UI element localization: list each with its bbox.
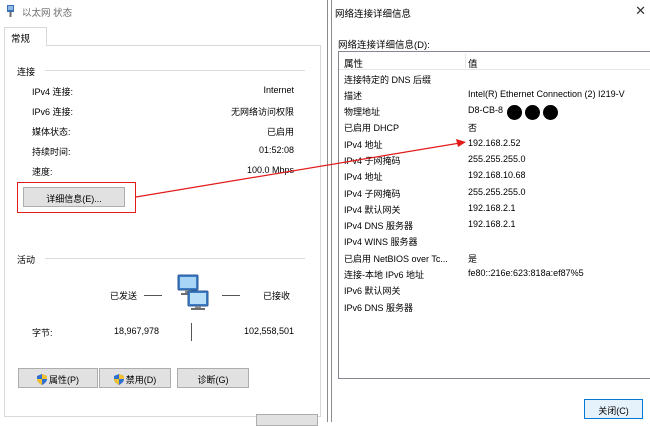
property-cell: 描述 xyxy=(344,91,363,101)
sent-line xyxy=(144,295,162,296)
bytes-sent-value: 18,967,978 xyxy=(114,326,160,336)
annotation-highlight-box xyxy=(17,182,136,213)
sent-label: 已发送 xyxy=(110,291,138,301)
ipv6-connectivity-label: IPv6 连接: xyxy=(32,107,74,117)
diagnose-button-label: 诊断(G) xyxy=(197,375,229,385)
column-header-property[interactable]: 属性 xyxy=(344,56,363,70)
list-item[interactable]: 已启用 DHCP 否 xyxy=(339,120,650,135)
disable-button[interactable]: 禁用(D) xyxy=(99,368,171,388)
column-divider[interactable] xyxy=(465,54,466,68)
list-item[interactable]: 描述 Intel(R) Ethernet Connection (2) I219-… xyxy=(339,88,650,103)
dialog-title: 网络连接详细信息 xyxy=(335,9,412,20)
value-cell: fe80::216e:623:818a:ef87%5 xyxy=(468,268,584,278)
value-cell: 255.255.255.0 xyxy=(468,187,526,197)
value-cell: 192.168.2.52 xyxy=(468,138,521,148)
uac-shield-icon xyxy=(113,374,124,385)
general-panel: 连接 IPv4 连接: Internet IPv6 连接: 无网络访问权限 媒体… xyxy=(4,45,321,417)
value-cell: Intel(R) Ethernet Connection (2) I219-V xyxy=(468,89,625,99)
list-item[interactable]: 连接特定的 DNS 后缀 xyxy=(339,72,650,87)
duration-label: 持续时间: xyxy=(32,147,71,157)
list-item[interactable]: IPv4 子网掩码 255.255.255.0 xyxy=(339,153,650,168)
group-divider xyxy=(45,258,305,259)
column-header-value[interactable]: 值 xyxy=(468,56,478,70)
connection-group-title: 连接 xyxy=(17,67,36,77)
bytes-divider xyxy=(191,323,192,341)
value-cell: 192.168.10.68 xyxy=(468,170,526,180)
list-item[interactable]: IPv4 地址 192.168.2.52 xyxy=(339,137,650,152)
title-bar: 以太网 状态 xyxy=(0,0,328,22)
bottom-button-partial[interactable] xyxy=(256,414,318,426)
received-line xyxy=(222,295,240,296)
property-cell: 已启用 DHCP xyxy=(344,123,400,133)
property-cell: 连接特定的 DNS 后缀 xyxy=(344,75,432,85)
list-item[interactable]: IPv4 WINS 服务器 xyxy=(339,234,650,249)
property-cell: 连接-本地 IPv6 地址 xyxy=(344,270,425,280)
list-item[interactable]: IPv6 默认网关 xyxy=(339,283,650,298)
header-divider xyxy=(339,69,650,70)
activity-group-title: 活动 xyxy=(17,255,36,265)
property-cell: IPv4 子网掩码 xyxy=(344,189,401,199)
diagnose-button[interactable]: 诊断(G) xyxy=(177,368,249,388)
property-cell: IPv6 默认网关 xyxy=(344,286,401,296)
received-label: 已接收 xyxy=(263,291,291,301)
property-cell: IPv4 默认网关 xyxy=(344,205,401,215)
redaction-mark xyxy=(525,105,540,120)
list-item[interactable]: 物理地址 D8-CB-8 xyxy=(339,104,650,119)
network-adapter-icon xyxy=(7,5,14,17)
details-list-label: 网络连接详细信息(D): xyxy=(338,40,430,51)
property-cell: IPv4 WINS 服务器 xyxy=(344,237,418,247)
disable-button-label: 禁用(D) xyxy=(125,375,157,385)
property-cell: 已启用 NetBIOS over Tc... xyxy=(344,254,448,264)
list-item[interactable]: IPv4 地址 192.168.10.68 xyxy=(339,169,650,184)
uac-shield-icon xyxy=(37,374,47,385)
property-cell: IPv4 地址 xyxy=(344,172,383,182)
value-cell: D8-CB-8 xyxy=(468,105,504,115)
ethernet-status-window: 以太网 状态 常规 连接 IPv4 连接: Internet IPv6 连接: … xyxy=(0,0,328,426)
properties-button-label: 属性(P) xyxy=(49,375,79,385)
window-title: 以太网 状态 xyxy=(22,8,73,19)
list-item[interactable]: 连接-本地 IPv6 地址 fe80::216e:623:818a:ef87%5 xyxy=(339,267,650,282)
property-cell: IPv6 DNS 服务器 xyxy=(344,303,414,313)
list-item[interactable]: IPv4 子网掩码 255.255.255.0 xyxy=(339,186,650,201)
list-item[interactable]: IPv4 DNS 服务器 192.168.2.1 xyxy=(339,218,650,233)
network-details-dialog: 网络连接详细信息 ✕ 网络连接详细信息(D): 属性 值 连接特定的 DNS 后… xyxy=(331,0,650,422)
redaction-mark xyxy=(543,105,558,120)
close-icon[interactable]: ✕ xyxy=(635,3,646,19)
duration-value: 01:52:08 xyxy=(258,145,294,155)
list-item[interactable]: IPv4 默认网关 192.168.2.1 xyxy=(339,202,650,217)
value-cell: 192.168.2.1 xyxy=(468,203,516,213)
value-cell: 192.168.2.1 xyxy=(468,219,516,229)
speed-value: 100.0 Mbps xyxy=(246,165,294,175)
property-cell: IPv4 地址 xyxy=(344,140,383,150)
property-cell: 物理地址 xyxy=(344,107,381,117)
bytes-received-value: 102,558,501 xyxy=(243,326,294,336)
properties-button[interactable]: 属性(P) xyxy=(18,368,98,388)
ipv4-connectivity-value: Internet xyxy=(263,85,294,95)
bytes-label: 字节: xyxy=(32,328,53,338)
list-item[interactable]: IPv6 DNS 服务器 xyxy=(339,300,650,315)
ipv4-connectivity-label: IPv4 连接: xyxy=(32,87,74,97)
media-state-value: 已启用 xyxy=(266,127,294,137)
close-button[interactable]: 关闭(C) xyxy=(584,399,643,419)
value-cell: 255.255.255.0 xyxy=(468,154,526,164)
group-divider xyxy=(45,70,305,71)
tab-general[interactable]: 常规 xyxy=(4,27,47,46)
value-cell: 是 xyxy=(468,254,478,264)
speed-label: 速度: xyxy=(32,167,53,177)
property-cell: IPv4 子网掩码 xyxy=(344,156,401,166)
close-button-label: 关闭(C) xyxy=(598,406,629,416)
value-cell: 否 xyxy=(468,123,478,133)
list-item[interactable]: 已启用 NetBIOS over Tc... 是 xyxy=(339,251,650,266)
network-computers-icon xyxy=(177,274,209,310)
ipv6-connectivity-value: 无网络访问权限 xyxy=(230,107,294,117)
redaction-mark xyxy=(507,105,522,120)
media-state-label: 媒体状态: xyxy=(32,127,71,137)
property-cell: IPv4 DNS 服务器 xyxy=(344,221,414,231)
details-list[interactable]: 属性 值 连接特定的 DNS 后缀 描述 Intel(R) Ethernet Co… xyxy=(338,51,650,379)
